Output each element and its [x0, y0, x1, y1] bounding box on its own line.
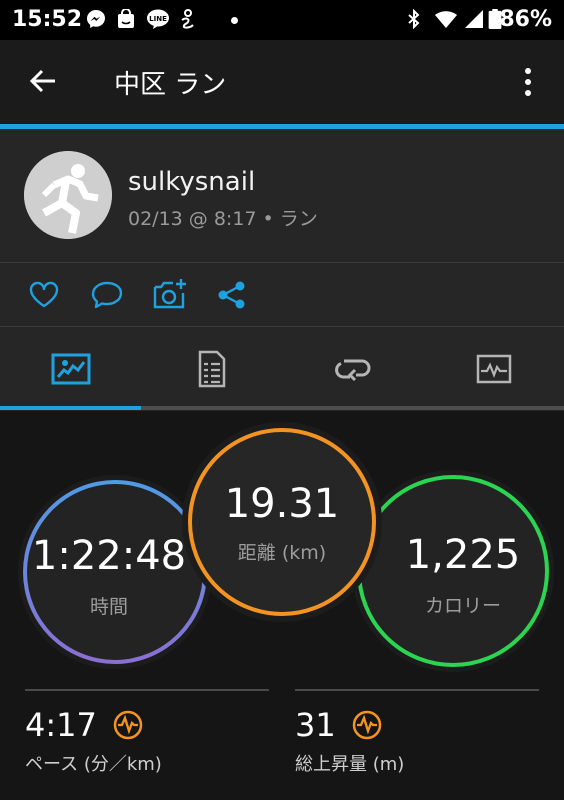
pace-label: ペース (分／km)	[25, 754, 162, 775]
add-photo-icon[interactable]	[152, 277, 188, 311]
username[interactable]: sulkysnail	[128, 167, 255, 197]
charts-heartbeat-icon	[476, 354, 511, 384]
back-arrow-icon[interactable]	[28, 66, 58, 96]
pace-badge-icon	[113, 710, 143, 740]
tab-charts[interactable]	[423, 327, 564, 411]
social-actions	[0, 263, 564, 326]
svg-text:LINE: LINE	[149, 15, 167, 23]
wifi-icon	[435, 11, 457, 28]
shopping-icon	[118, 9, 134, 28]
page-title: 中区 ラン	[114, 70, 227, 100]
app-bar: 中区 ラン	[0, 40, 564, 124]
battery-percent: 86%	[499, 7, 552, 32]
time-label: 時間	[89, 595, 128, 618]
signal-icon	[465, 10, 483, 28]
elevation-value: 31	[295, 706, 336, 744]
more-options-icon[interactable]	[518, 66, 538, 98]
overview-run-icon	[51, 353, 90, 385]
share-icon[interactable]	[216, 279, 248, 311]
comment-icon[interactable]	[90, 279, 124, 311]
activity-date-type: 02/13 @ 8:17 • ラン	[128, 208, 318, 230]
runner-avatar-icon	[24, 151, 112, 239]
distance-label: 距離 (km)	[237, 541, 327, 564]
pace-value: 4:17	[25, 706, 97, 744]
laps-loop-icon	[334, 359, 370, 382]
status-bar: 15:52 LINE 86%	[0, 0, 564, 40]
stat-divider	[25, 689, 269, 691]
tab-active-indicator	[0, 406, 141, 410]
pace-stat: 4:17	[25, 706, 143, 744]
activity-owner: sulkysnail 02/13 @ 8:17 • ラン	[0, 129, 564, 262]
tab-details[interactable]	[141, 327, 282, 411]
bluetooth-icon	[408, 9, 420, 29]
calories-value: 1,225	[405, 531, 521, 578]
messenger-icon	[87, 10, 105, 28]
tab-overview[interactable]	[0, 327, 141, 411]
calories-label: カロリー	[424, 594, 501, 617]
details-document-icon	[198, 350, 225, 388]
stat-divider	[295, 689, 539, 691]
elevation-stat: 31	[295, 706, 382, 744]
more-notifications-dot	[231, 17, 238, 24]
status-time: 15:52	[12, 7, 83, 32]
calories-ring: 1,225 カロリー	[352, 470, 554, 672]
like-heart-icon[interactable]	[28, 279, 60, 311]
avatar[interactable]	[24, 151, 112, 239]
distance-ring: 19.31 距離 (km)	[182, 422, 382, 622]
app-notification-icon	[181, 9, 194, 29]
time-value: 1:22:48	[31, 532, 187, 579]
distance-value: 19.31	[224, 480, 340, 527]
activity-tabs	[0, 327, 564, 411]
line-icon: LINE	[147, 9, 169, 29]
elevation-label: 総上昇量 (m)	[295, 754, 405, 775]
tab-laps[interactable]	[282, 327, 423, 411]
elevation-badge-icon	[352, 710, 381, 740]
